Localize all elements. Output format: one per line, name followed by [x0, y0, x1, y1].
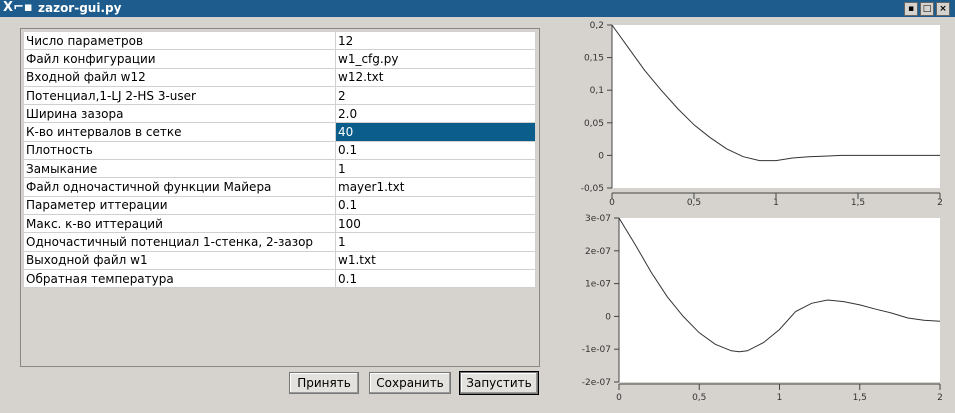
- plot-1: 0,2 0,15 0,1 0,05 0 -0,05 0 0,5 1 1,5 2: [581, 21, 943, 208]
- x-tick-label: 1: [777, 393, 783, 403]
- table-row[interactable]: Одночастичный потенциал 1-стенка, 2-зазо…: [23, 232, 536, 252]
- parameters-table: Число параметров 12 Файл конфигурации w1_cf…: [23, 30, 536, 289]
- param-value[interactable]: mayer1.txt: [335, 177, 536, 197]
- param-label: Плотность: [23, 140, 336, 161]
- plot-2: 3e-07 2e-07 1e-07 0 -1e-07 -2e-07 0 0,5 1 1,5 2: [582, 214, 943, 403]
- x-tick-label: 1,5: [853, 393, 867, 403]
- param-label: Макс. к-во иттераций: [23, 213, 336, 234]
- param-value[interactable]: 40: [335, 122, 536, 142]
- y-tick-label: 2e-07: [585, 247, 611, 257]
- table-row[interactable]: Входной файл w12 w12.txt: [23, 67, 536, 87]
- x-tick-label: 0: [616, 393, 622, 403]
- table-row[interactable]: Файл одночастичной функции Майера mayer1.…: [23, 177, 536, 197]
- x-tick-label: 0,5: [692, 393, 706, 403]
- save-button[interactable]: Сохранить: [369, 372, 451, 394]
- param-value[interactable]: 0.1: [335, 195, 536, 215]
- param-value[interactable]: 0.1: [335, 268, 536, 289]
- y-tick-label: 3e-07: [585, 214, 611, 224]
- param-value[interactable]: 100: [335, 213, 536, 234]
- table-row[interactable]: Замыкание 1: [23, 159, 536, 179]
- x-app-icon: X⌐▪: [3, 0, 33, 15]
- param-value[interactable]: 1: [335, 159, 536, 179]
- accept-button[interactable]: Принять: [289, 372, 359, 394]
- y-tick-label: -0,05: [581, 184, 604, 194]
- param-label: К-во интервалов в сетке: [23, 122, 336, 142]
- x-tick-label: 2: [937, 393, 943, 403]
- param-label: Обратная температура: [23, 268, 336, 289]
- title-bar: X⌐▪ zazor-gui.py ▪ □ ×: [0, 0, 955, 17]
- param-value[interactable]: 2: [335, 85, 536, 106]
- x-tick-label: 1,5: [851, 198, 865, 208]
- y-tick-label: 0,1: [590, 86, 604, 96]
- y-tick-label: 0: [605, 312, 611, 322]
- close-button[interactable]: ×: [936, 2, 950, 16]
- plot-background: [612, 25, 940, 188]
- x-tick-label: 0,5: [687, 198, 701, 208]
- plots-area: 0,2 0,15 0,1 0,05 0 -0,05 0 0,5 1 1,5 2 3e-07 2e-07 1…: [581, 21, 943, 403]
- y-tick-label: 0: [598, 151, 604, 161]
- table-row[interactable]: Ширина зазора 2.0: [23, 104, 536, 124]
- minimize-button[interactable]: ▪: [904, 2, 918, 16]
- table-row[interactable]: Параметер иттерации 0.1: [23, 195, 536, 215]
- x-tick-label: 1: [773, 198, 779, 208]
- plot-background: [619, 218, 940, 382]
- maximize-button[interactable]: □: [920, 2, 934, 16]
- table-row[interactable]: Потенциал,1-LJ 2-HS 3-user 2: [23, 85, 536, 106]
- x-tick-label: 0: [609, 198, 615, 208]
- y-tick-label: 0,15: [584, 54, 604, 64]
- table-row[interactable]: К-во интервалов в сетке 40: [23, 122, 536, 142]
- param-label: Одночастичный потенциал 1-стенка, 2-зазо…: [23, 232, 336, 252]
- table-row[interactable]: Выходной файл w1 w1.txt: [23, 250, 536, 270]
- run-button[interactable]: Запустить: [459, 371, 539, 395]
- y-tick-label: 1e-07: [585, 280, 611, 290]
- param-label: Потенциал,1-LJ 2-HS 3-user: [23, 85, 336, 106]
- param-label: Замыкание: [23, 159, 336, 179]
- param-value[interactable]: 1: [335, 232, 536, 252]
- y-tick-label: 0,05: [584, 119, 604, 129]
- param-label: Ширина зазора: [23, 104, 336, 124]
- parameters-table-panel: Число параметров 12 Файл конфигурации w1_cf…: [20, 28, 540, 367]
- param-label: Файл одночастичной функции Майера: [23, 177, 336, 197]
- window-title: zazor-gui.py: [38, 1, 122, 15]
- table-row[interactable]: Число параметров 12: [23, 30, 536, 51]
- x-tick-label: 2: [937, 198, 943, 208]
- table-row[interactable]: Обратная температура 0.1: [23, 268, 536, 289]
- param-value[interactable]: 2.0: [335, 104, 536, 124]
- param-value[interactable]: 0.1: [335, 140, 536, 161]
- param-label: Файл конфигурации: [23, 49, 336, 69]
- param-value[interactable]: w1_cfg.py: [335, 49, 536, 69]
- param-value[interactable]: 12: [335, 30, 536, 51]
- y-tick-label: -2e-07: [582, 378, 611, 388]
- param-value[interactable]: w12.txt: [335, 67, 536, 87]
- y-tick-label: -1e-07: [582, 345, 611, 355]
- param-label: Входной файл w12: [23, 67, 336, 87]
- param-label: Число параметров: [23, 30, 336, 51]
- table-row[interactable]: Макс. к-во иттераций 100: [23, 213, 536, 234]
- y-tick-label: 0,2: [590, 21, 604, 31]
- table-row[interactable]: Файл конфигурации w1_cfg.py: [23, 49, 536, 69]
- param-value[interactable]: w1.txt: [335, 250, 536, 270]
- table-row[interactable]: Плотность 0.1: [23, 140, 536, 161]
- param-label: Выходной файл w1: [23, 250, 336, 270]
- param-label: Параметер иттерации: [23, 195, 336, 215]
